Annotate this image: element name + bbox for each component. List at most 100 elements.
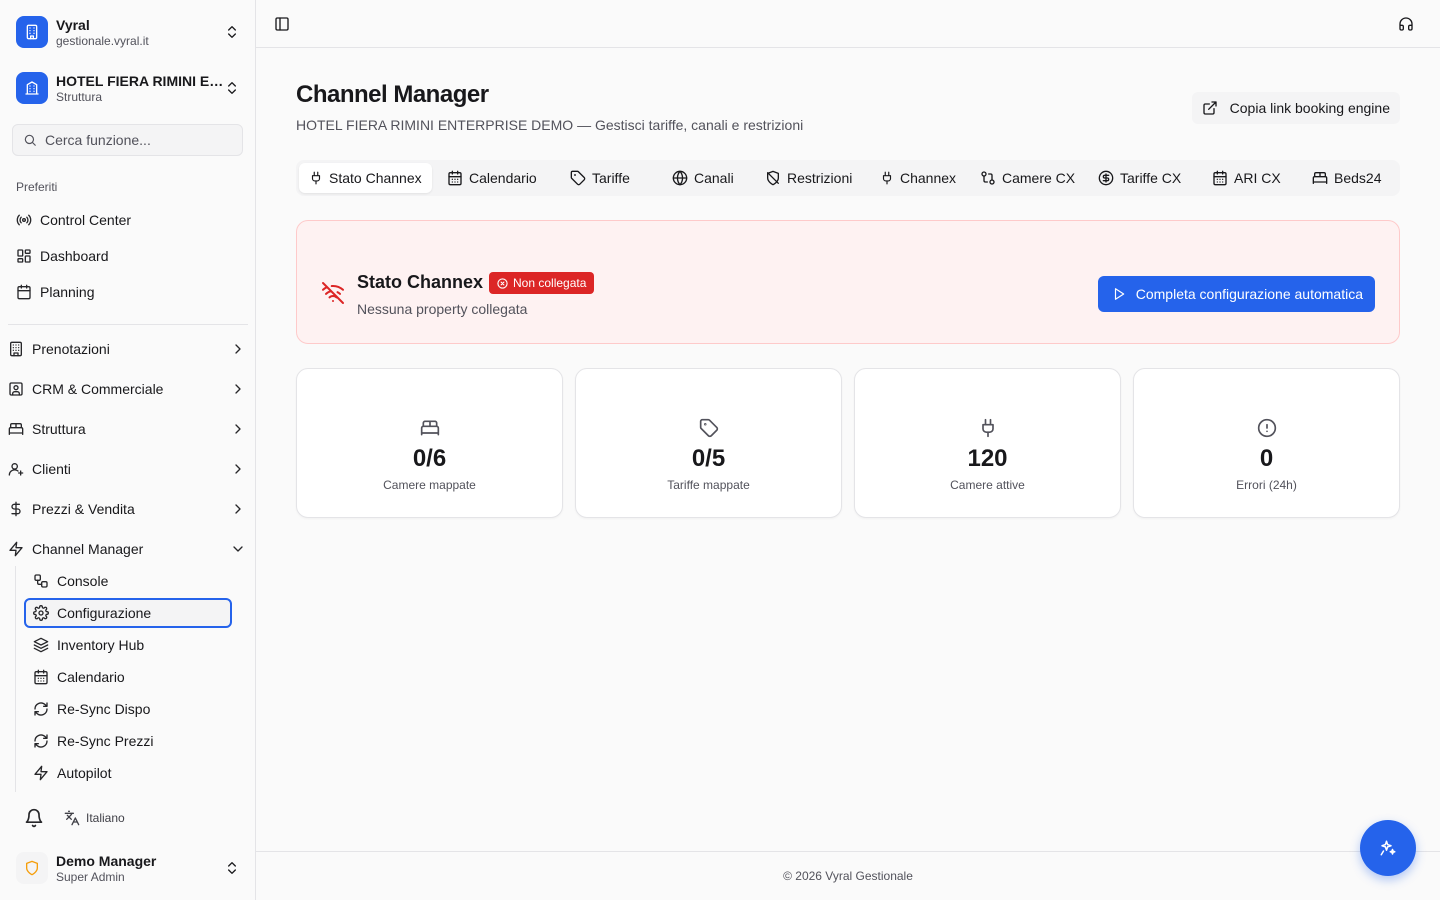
nav-item-label: CRM & Commerciale: [32, 381, 164, 397]
tab-tariffe-cx[interactable]: Tariffe CX: [1098, 163, 1181, 193]
calendar-grid-icon: [1213, 170, 1227, 186]
chevron-right-icon: [235, 424, 241, 434]
dollar-icon: [11, 501, 21, 517]
nav-item-crm[interactable]: CRM & Commerciale: [0, 373, 256, 405]
chevron-down-icon: [233, 546, 243, 552]
tab-label: Calendario: [469, 170, 537, 186]
tab-restrizioni[interactable]: Restrizioni: [765, 163, 852, 193]
nav-item-prenotazioni[interactable]: Prenotazioni: [0, 333, 256, 365]
tab-stato-channex[interactable]: Stato Channex: [299, 163, 432, 193]
tab-camere-cx[interactable]: Camere CX: [980, 163, 1075, 193]
ai-assistant-button[interactable]: [1360, 820, 1416, 876]
nav-item-label: Prezzi & Vendita: [32, 501, 135, 517]
tag-icon: [570, 170, 586, 186]
sub-item-label: Re-Sync Dispo: [57, 701, 151, 717]
status-subtitle: Nessuna property collegata: [357, 301, 528, 317]
sidebar-divider: [8, 324, 248, 325]
tab-label: Restrizioni: [787, 170, 853, 186]
submenu-guide-line: [15, 566, 16, 792]
user-name: Demo Manager: [56, 852, 157, 869]
page-footer: © 2026 Vyral Gestionale: [256, 851, 1440, 900]
headphones-icon[interactable]: [1398, 16, 1414, 32]
search-input[interactable]: [45, 132, 235, 148]
user-icon: [8, 463, 24, 476]
stat-label: Camere mappate: [383, 478, 476, 492]
page-subtitle: HOTEL FIERA RIMINI ENTERPRISE DEMO — Ges…: [296, 117, 804, 133]
sub-item-label: Calendario: [57, 669, 125, 685]
user-role: Super Admin: [56, 869, 125, 884]
stat-value: 0: [1259, 445, 1274, 472]
status-title: Stato Channex: [357, 272, 484, 292]
tab-beds24[interactable]: Beds24: [1312, 163, 1381, 193]
workspace-switcher[interactable]: Vyral gestionale.vyral.it: [8, 8, 248, 56]
chevrons-up-down-icon: [228, 862, 236, 874]
sub-item-console[interactable]: Console: [24, 566, 232, 596]
sidebar-toggle-icon[interactable]: [274, 16, 290, 32]
main-content: Channel Manager HOTEL FIERA RIMINI ENTER…: [256, 48, 1440, 851]
auto-configure-button[interactable]: Completa configurazione automatica: [1097, 276, 1375, 312]
alert-circle-icon: [1257, 418, 1277, 438]
sub-item-calendario[interactable]: Calendario: [24, 662, 232, 692]
refresh-icon: [34, 702, 48, 716]
transfer-icon: [981, 171, 995, 185]
copy-booking-link-button[interactable]: Copia link booking engine: [1191, 92, 1400, 124]
plug-icon: [882, 171, 892, 185]
property-logo-icon: [16, 72, 48, 104]
nav-item-label: Channel Manager: [32, 541, 144, 557]
tab-label: Tariffe CX: [1120, 170, 1182, 186]
chevron-right-icon: [235, 464, 241, 474]
stat-label: Camere attive: [950, 478, 1025, 492]
user-menu[interactable]: Demo Manager Super Admin: [8, 844, 248, 892]
globe-icon: [672, 170, 688, 186]
fav-item-planning[interactable]: Planning: [8, 276, 248, 308]
bell-icon[interactable]: [24, 808, 44, 828]
status-badge: Non collegata: [489, 272, 595, 294]
tab-ari-cx[interactable]: ARI CX: [1212, 163, 1281, 193]
sub-item-resync-prezzi[interactable]: Re-Sync Prezzi: [24, 726, 232, 756]
sub-item-label: Console: [57, 573, 109, 589]
top-bar: [256, 0, 1440, 48]
nav-item-channel-manager[interactable]: Channel Manager: [0, 533, 256, 565]
sub-item-resync-dispo[interactable]: Re-Sync Dispo: [24, 694, 232, 724]
building-icon: [10, 341, 22, 357]
sub-item-label: Autopilot: [57, 765, 112, 781]
chevron-right-icon: [235, 504, 241, 514]
wifi-off-icon: [322, 282, 344, 304]
language-selector[interactable]: Italiano: [64, 808, 125, 828]
tab-label: Channex: [900, 170, 957, 186]
tab-channex[interactable]: Channex: [880, 163, 956, 193]
x-circle-icon: [497, 277, 508, 289]
calendar-icon: [448, 170, 462, 186]
sub-item-label: Inventory Hub: [57, 637, 145, 653]
tab-calendario[interactable]: Calendario: [447, 163, 537, 193]
chevrons-up-down-icon: [228, 26, 236, 38]
chevron-right-icon: [235, 344, 241, 354]
shield-icon: [26, 860, 38, 876]
bed-icon: [420, 420, 440, 436]
nav-item-clienti[interactable]: Clienti: [0, 453, 256, 485]
nav-item-prezzi[interactable]: Prezzi & Vendita: [0, 493, 256, 525]
language-label: Italiano: [86, 811, 125, 825]
stat-card-camere-attive: 120 Camere attive: [854, 368, 1121, 518]
fav-item-label: Planning: [40, 284, 95, 300]
sub-item-configurazione[interactable]: Configurazione: [24, 598, 232, 628]
tab-canali[interactable]: Canali: [672, 163, 734, 193]
tab-label: Canali: [694, 170, 734, 186]
nav-item-label: Clienti: [32, 461, 71, 477]
sub-item-autopilot[interactable]: Autopilot: [24, 758, 232, 788]
zap-icon: [34, 765, 48, 781]
workspace-domain: gestionale.vyral.it: [56, 33, 149, 48]
property-switcher[interactable]: HOTEL FIERA RIMINI ENTERPRISE DEMO Strut…: [8, 64, 248, 112]
tab-label: ARI CX: [1234, 170, 1281, 186]
stat-label: Tariffe mappate: [667, 478, 750, 492]
chevron-right-icon: [235, 384, 241, 394]
contact-icon: [9, 382, 23, 396]
stat-value: 120: [967, 445, 1008, 472]
nav-item-label: Prenotazioni: [32, 341, 110, 357]
sub-item-inventory-hub[interactable]: Inventory Hub: [24, 630, 232, 660]
channex-status-panel: Stato Channex Non collegata Nessuna prop…: [296, 220, 1400, 344]
fav-item-control-center[interactable]: Control Center: [8, 204, 248, 236]
tab-tariffe[interactable]: Tariffe: [570, 163, 630, 193]
nav-item-struttura[interactable]: Struttura: [0, 413, 256, 445]
fav-item-dashboard[interactable]: Dashboard: [8, 240, 248, 272]
